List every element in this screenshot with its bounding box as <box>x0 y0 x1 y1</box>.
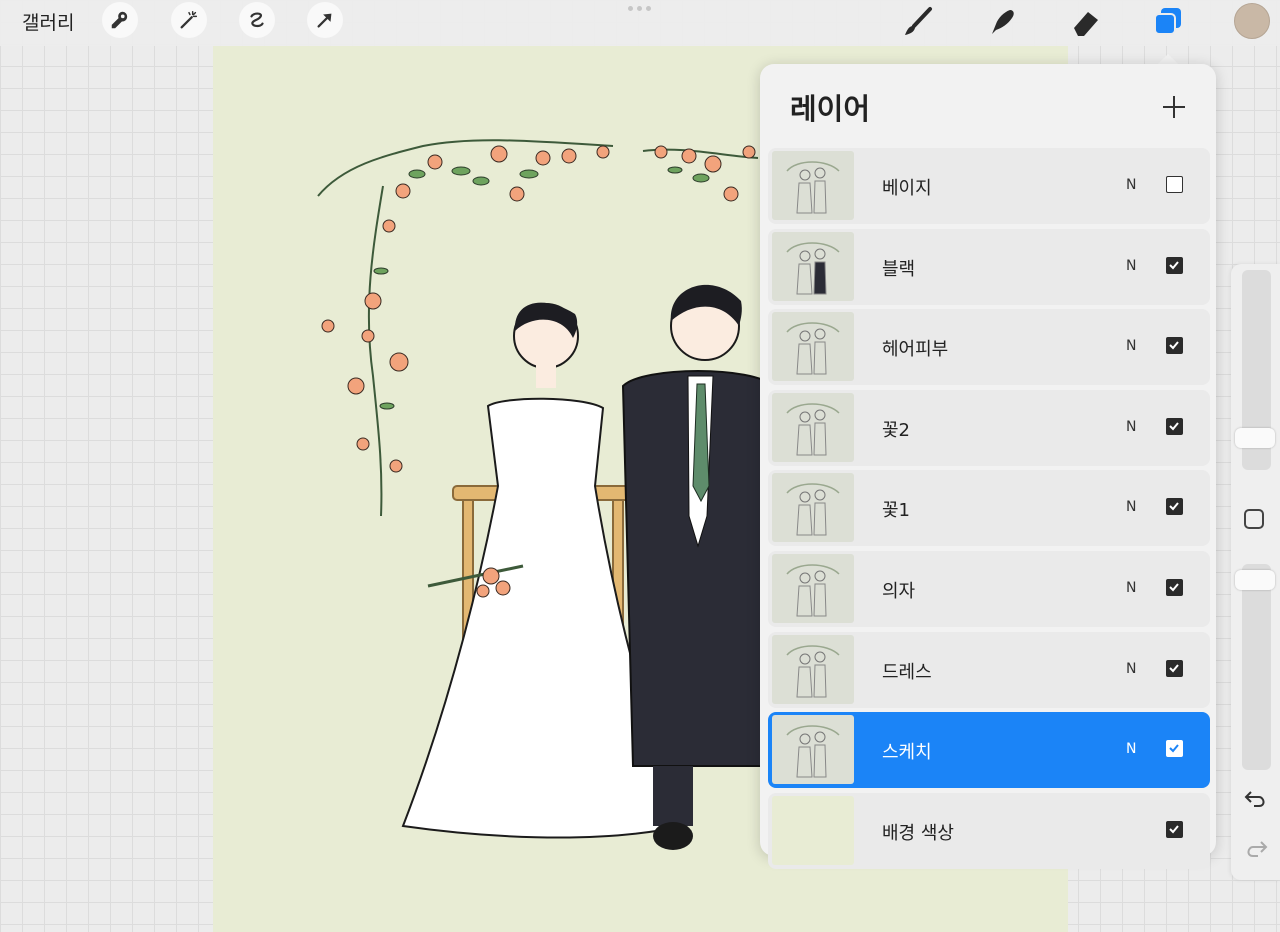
blend-mode-button[interactable]: N <box>1126 580 1136 596</box>
layer-row[interactable]: 블랙 N <box>768 228 1210 305</box>
color-swatch[interactable] <box>1234 3 1270 39</box>
panel-title: 레이어 <box>790 92 871 126</box>
blend-mode-button[interactable]: N <box>1126 177 1136 193</box>
layer-name: 베이지 <box>882 178 932 199</box>
layer-row[interactable]: 드레스 N <box>768 631 1210 708</box>
eraser-icon[interactable] <box>1068 4 1104 40</box>
selection-icon[interactable] <box>239 2 275 38</box>
blend-mode-button[interactable]: N <box>1126 741 1136 757</box>
layer-thumbnail[interactable] <box>772 554 854 623</box>
layer-row[interactable]: 배경 색상 <box>768 792 1210 869</box>
checkmark-icon <box>1169 663 1179 673</box>
layer-name: 꽃1 <box>882 500 911 522</box>
layer-row[interactable]: 꽃2 N <box>768 389 1210 466</box>
layer-row[interactable]: 스케치 N <box>768 712 1210 789</box>
layer-name: 드레스 <box>882 661 932 683</box>
checkmark-icon <box>1169 583 1179 592</box>
blend-mode-button[interactable]: N <box>1126 661 1136 677</box>
checkmark-icon <box>1169 825 1179 834</box>
visibility-checkbox[interactable] <box>1166 337 1183 355</box>
wrench-icon[interactable] <box>102 2 138 38</box>
blend-mode-button[interactable]: N <box>1126 338 1136 354</box>
side-toolbar <box>1231 264 1280 880</box>
undo-icon[interactable] <box>1243 788 1269 810</box>
checkmark-icon <box>1169 502 1179 511</box>
brush-size-knob[interactable] <box>1235 428 1275 448</box>
top-toolbar: 갤러리 <box>0 0 1280 46</box>
modify-button[interactable] <box>1244 509 1264 529</box>
transform-arrow-icon[interactable] <box>307 2 343 38</box>
layer-row[interactable]: 베이지 N <box>768 148 1210 224</box>
layer-name: 스케치 <box>882 742 932 764</box>
visibility-checkbox[interactable] <box>1166 820 1183 838</box>
plus-icon[interactable] <box>1159 92 1189 122</box>
layer-thumbnail[interactable] <box>772 151 854 220</box>
visibility-checkbox[interactable] <box>1166 579 1183 596</box>
visibility-checkbox[interactable] <box>1166 740 1183 758</box>
layer-thumbnail[interactable] <box>772 795 854 865</box>
layer-thumbnail[interactable] <box>772 392 854 462</box>
layers-panel: 레이어 베이지 N 블랙 N 헤어피부 N 꽃2 N 꽃1 N 의자 N 드레스 N 스케치 N 배경 색상 <box>760 64 1216 869</box>
layer-row[interactable]: 헤어피부 N <box>768 309 1210 386</box>
blend-mode-button[interactable]: N <box>1126 499 1136 515</box>
layer-thumbnail[interactable] <box>772 634 854 704</box>
layer-thumbnail[interactable] <box>772 312 854 382</box>
layer-name: 블랙 <box>882 258 916 280</box>
brush-icon[interactable] <box>900 4 936 40</box>
checkmark-icon <box>1169 744 1179 753</box>
checkmark-icon <box>1169 341 1179 350</box>
opacity-slider[interactable] <box>1242 564 1271 770</box>
redo-icon[interactable] <box>1243 838 1269 860</box>
checkmark-icon <box>1169 260 1179 270</box>
layer-thumbnail[interactable] <box>772 715 854 785</box>
layer-name: 꽃2 <box>882 419 911 441</box>
visibility-checkbox[interactable] <box>1166 176 1183 193</box>
opacity-knob[interactable] <box>1235 570 1275 590</box>
layer-name: 배경 색상 <box>882 822 954 844</box>
blend-mode-button[interactable]: N <box>1126 419 1136 435</box>
visibility-checkbox[interactable] <box>1166 498 1183 516</box>
visibility-checkbox[interactable] <box>1166 256 1183 274</box>
layers-icon[interactable] <box>1150 4 1186 40</box>
visibility-checkbox[interactable] <box>1166 659 1183 677</box>
checkmark-icon <box>1169 422 1179 431</box>
layer-thumbnail[interactable] <box>772 473 854 543</box>
grabber-handle[interactable] <box>628 6 651 11</box>
visibility-checkbox[interactable] <box>1166 417 1183 435</box>
layer-row[interactable]: 의자 N <box>768 551 1210 627</box>
layer-name: 헤어피부 <box>882 339 949 361</box>
layer-name: 의자 <box>882 581 916 602</box>
magic-wand-icon[interactable] <box>171 2 207 38</box>
layer-thumbnail[interactable] <box>772 231 854 301</box>
smudge-icon[interactable] <box>984 4 1020 40</box>
layer-row[interactable]: 꽃1 N <box>768 470 1210 547</box>
blend-mode-button[interactable]: N <box>1126 258 1136 274</box>
gallery-button[interactable]: 갤러리 <box>22 8 74 35</box>
